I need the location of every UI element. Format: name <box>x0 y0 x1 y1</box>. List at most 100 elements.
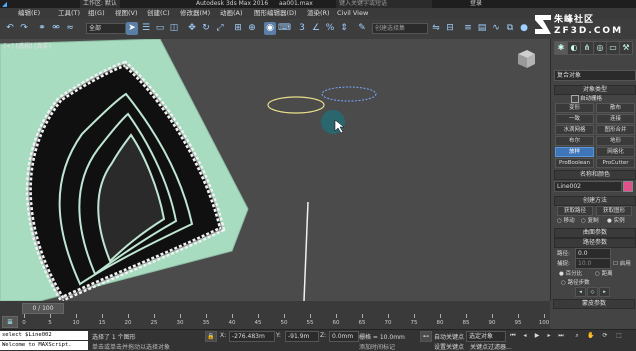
proboolean-button[interactable]: ProBoolean <box>555 158 594 168</box>
path-params-rollout[interactable]: 路径参数 <box>554 238 636 248</box>
loft-button[interactable]: 放样 <box>555 147 594 157</box>
menu-group[interactable]: 组(G) <box>88 9 105 18</box>
display-tab-icon[interactable]: ▭ <box>606 41 620 55</box>
connect-button[interactable]: 连接 <box>596 114 635 124</box>
play-icon[interactable]: ▶ <box>532 331 542 340</box>
instance-radio[interactable]: ● 实例 <box>607 216 625 224</box>
spinner-snap-icon[interactable]: ⇕ <box>338 22 350 35</box>
menu-views[interactable]: 视图(V) <box>115 9 138 18</box>
named-selection-set-dropdown[interactable]: 创建选择集 <box>372 23 428 34</box>
terrain-button[interactable]: 地形 <box>596 136 635 146</box>
bind-space-warp-icon[interactable]: ≈ <box>64 22 76 35</box>
pan-icon[interactable]: ✋ <box>586 331 596 340</box>
maximize-viewport-icon[interactable]: ⬚ <box>614 331 624 340</box>
pivot-center-icon[interactable]: ⊕ <box>246 22 258 35</box>
create-tab-icon[interactable]: ✱ <box>554 41 568 55</box>
search-input[interactable]: 键入关键字或短语 <box>336 0 432 8</box>
creation-method-rollout[interactable]: 创建方法 <box>554 196 636 206</box>
surface-params-rollout[interactable]: 曲面参数 <box>554 228 636 238</box>
select-object-icon[interactable]: ➤ <box>126 22 138 35</box>
skin-params-rollout[interactable]: 蒙皮参数 <box>553 299 635 309</box>
key-mode-icon[interactable]: ⊷ <box>420 331 432 342</box>
modify-tab-icon[interactable]: ◐ <box>567 41 581 55</box>
prev-shape-icon[interactable]: ◂ <box>575 287 586 297</box>
curve-editor-icon[interactable]: ∿ <box>490 22 502 35</box>
layer-manager-icon[interactable]: ≡ <box>462 22 474 35</box>
menu-tools[interactable]: 工具(T) <box>58 9 80 18</box>
pick-shape-icon[interactable]: ◇ <box>587 287 598 297</box>
x-coordinate-field[interactable]: -276.483m <box>229 331 275 342</box>
conform-button[interactable]: 一致 <box>555 114 594 124</box>
scatter-button[interactable]: 散布 <box>596 103 635 113</box>
maxscript-listener-line1[interactable]: select $Line002 <box>0 331 88 340</box>
viewport-label[interactable]: [+] [透视] [真实] <box>4 41 51 50</box>
orbit-icon[interactable]: ⟳ <box>600 331 610 340</box>
next-shape-icon[interactable]: ▸ <box>599 287 610 297</box>
edit-named-selection-icon[interactable]: ✎ <box>356 22 368 35</box>
keyboard-shortcut-icon[interactable]: ⌨ <box>278 22 291 35</box>
object-name-input[interactable]: Line002 <box>554 181 622 192</box>
track-bar[interactable]: 0 5 10 15 20 25 30 35 40 45 50 55 60 65 70 75 80 85 90 95 10… <box>22 314 550 328</box>
distance-radio[interactable]: ○ 距离 <box>595 269 613 277</box>
menu-modifiers[interactable]: 修改器(M) <box>180 9 210 18</box>
morph-button[interactable]: 变形 <box>555 103 594 113</box>
app-logo-icon[interactable]: ◢ <box>2 0 7 8</box>
align-icon[interactable]: ⊟ <box>444 22 456 35</box>
maxscript-listener-line2[interactable]: Welcome to MAXScript. <box>0 341 88 350</box>
menu-animation[interactable]: 动画(A) <box>220 9 243 18</box>
undo-icon[interactable]: ↶ <box>4 22 16 35</box>
y-coordinate-field[interactable]: -91.9m <box>285 331 319 342</box>
graphite-tools-icon[interactable]: ▤ <box>476 22 488 35</box>
schematic-view-icon[interactable]: ⧉ <box>504 22 516 35</box>
menu-graph-editors[interactable]: 图形编辑器(D) <box>254 9 297 18</box>
time-slider[interactable]: 0 / 100 <box>22 303 64 314</box>
hierarchy-tab-icon[interactable]: ⋔ <box>580 41 594 55</box>
menu-civil-view[interactable]: Civil View <box>337 9 368 18</box>
rotate-icon[interactable]: ↻ <box>200 22 212 35</box>
select-manipulate-icon[interactable]: ◉ <box>264 22 276 35</box>
enable-checkbox[interactable]: ☐ 启用 <box>613 259 631 267</box>
blobmesh-button[interactable]: 水滴网格 <box>555 125 594 135</box>
move-icon[interactable]: ✥ <box>186 22 198 35</box>
percent-radio[interactable]: ● 百分比 <box>559 269 582 277</box>
utilities-tab-icon[interactable]: ⚒ <box>619 41 633 55</box>
mesher-button[interactable]: 网格化 <box>596 147 635 157</box>
procutter-button[interactable]: ProCutter <box>596 158 635 168</box>
menu-create[interactable]: 创建(C) <box>147 9 170 18</box>
snap-input[interactable]: 10.0 <box>575 258 611 269</box>
redo-icon[interactable]: ↷ <box>18 22 30 35</box>
name-color-rollout[interactable]: 名称和颜色 <box>554 170 636 180</box>
angle-snap-icon[interactable]: ∠ <box>310 22 322 35</box>
goto-end-icon[interactable]: ⏭ <box>556 331 566 340</box>
shapemerge-button[interactable]: 图形合并 <box>596 125 635 135</box>
material-editor-icon[interactable]: ● <box>518 22 530 35</box>
unlink-icon[interactable]: ⚮ <box>50 22 62 35</box>
workspace-dropdown[interactable]: 工作区: 默认 <box>80 0 120 8</box>
object-color-swatch[interactable] <box>623 181 633 192</box>
mirror-icon[interactable]: ⇋ <box>430 22 442 35</box>
select-by-name-icon[interactable]: ☰ <box>140 22 152 35</box>
menu-rendering[interactable]: 渲染(R) <box>307 9 330 18</box>
get-path-button[interactable]: 获取路径 <box>557 206 593 216</box>
prev-frame-icon[interactable]: ◂ <box>520 331 530 340</box>
next-frame-icon[interactable]: ▸ <box>544 331 554 340</box>
motion-tab-icon[interactable]: ◎ <box>593 41 607 55</box>
boolean-button[interactable]: 布尔 <box>555 136 594 146</box>
link-icon[interactable]: ⚭ <box>36 22 48 35</box>
copy-radio[interactable]: ○ 复制 <box>581 216 599 224</box>
selection-filter-dropdown[interactable]: 全部 <box>86 23 126 34</box>
scale-icon[interactable]: ⤢ <box>214 22 226 35</box>
menu-edit[interactable]: 编辑(E) <box>18 9 40 18</box>
selected-object-dropdown[interactable]: 选定对象 <box>466 331 506 342</box>
login-link[interactable]: 登录 <box>470 0 482 8</box>
goto-start-icon[interactable]: ⏮ <box>508 331 518 340</box>
rectangle-selection-icon[interactable]: ▭ <box>154 22 166 35</box>
move-radio[interactable]: ○ 移动 <box>557 216 575 224</box>
zoom-icon[interactable]: ⌕ <box>572 331 582 340</box>
z-coordinate-field[interactable]: 0.0mm <box>329 331 359 342</box>
perspective-viewport[interactable]: [+] [透视] [真实] <box>0 39 550 301</box>
window-crossing-icon[interactable]: ◫ <box>168 22 180 35</box>
get-shape-button[interactable]: 获取图形 <box>596 206 632 216</box>
mini-curve-editor-icon[interactable]: ≣ <box>2 316 18 328</box>
autogrid-checkbox[interactable] <box>571 95 579 103</box>
